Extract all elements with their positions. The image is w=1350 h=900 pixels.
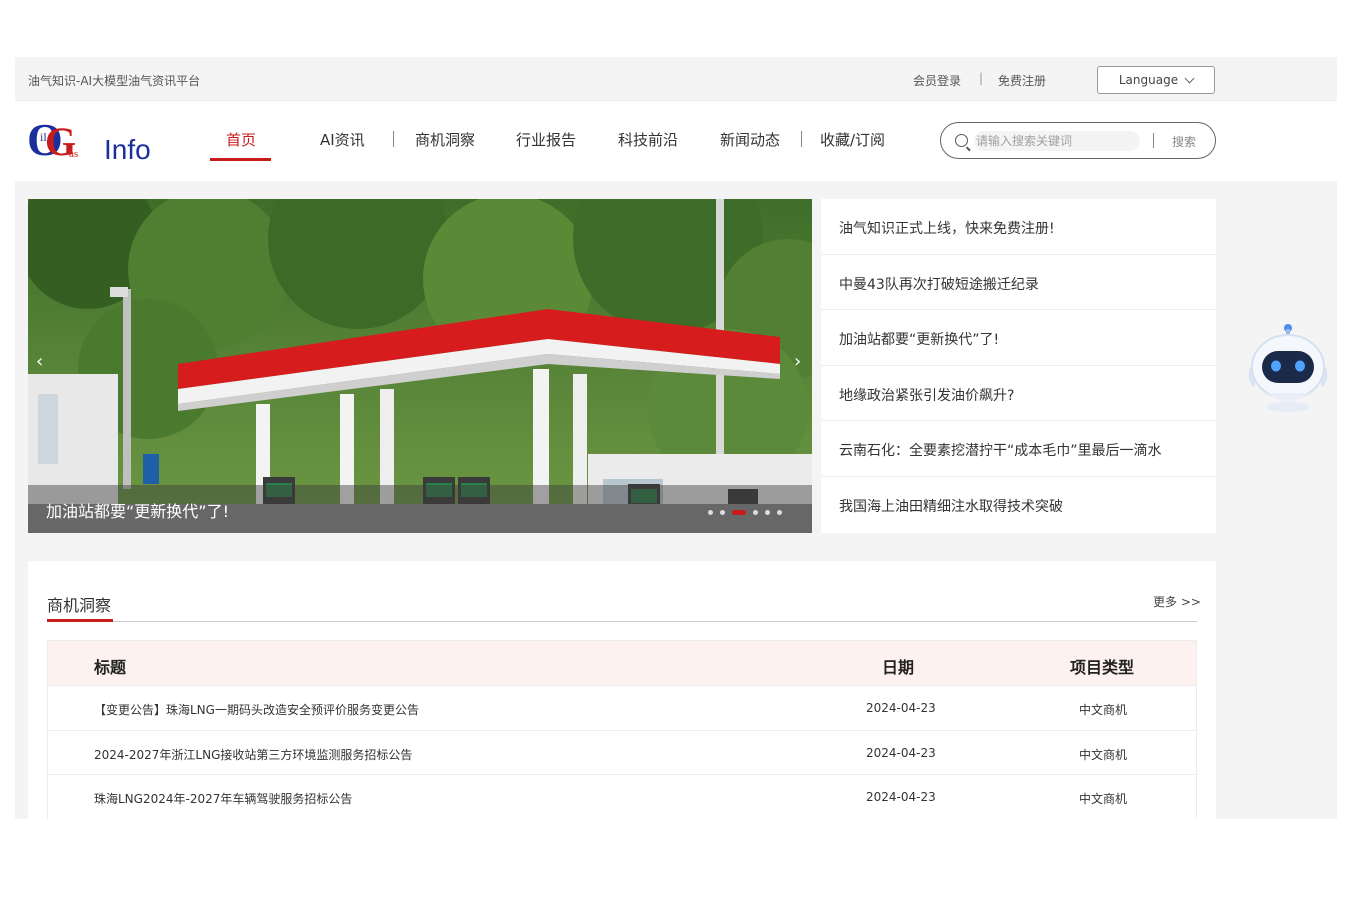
headline-item[interactable]: 油气知识正式上线，快来免费注册!: [821, 199, 1216, 255]
search-input[interactable]: [974, 131, 1140, 151]
carousel-next-arrow[interactable]: ›: [794, 351, 801, 372]
search-button[interactable]: 搜索: [1172, 133, 1196, 150]
opportunities-table: 标题 日期 项目类型 【变更公告】珠海LNG一期码头改造安全预评价服务变更公告 …: [47, 640, 1197, 819]
nav-news[interactable]: 新闻动态: [720, 129, 780, 150]
top-bar: 油气知识-AI大模型油气资讯平台 会员登录 | 免费注册 Language: [15, 57, 1337, 101]
nav-favorites[interactable]: 收藏/订阅: [820, 129, 885, 150]
chevron-down-icon: [1184, 73, 1195, 83]
logo-letters-as: as: [69, 148, 78, 160]
search-divider: [1153, 133, 1154, 148]
headline-item[interactable]: 中曼43队再次打破短途搬迁纪录: [821, 255, 1216, 311]
banner-caption[interactable]: 加油站都要“更新换代”了!: [46, 498, 229, 522]
table-row[interactable]: 2024-2027年浙江LNG接收站第三方环境监测服务招标公告 2024-04-…: [48, 731, 1196, 775]
column-header-date: 日期: [882, 658, 915, 677]
gas-station-photo: [28, 199, 812, 533]
table-row[interactable]: 【变更公告】珠海LNG一期码头改造安全预评价服务变更公告 2024-04-23 …: [48, 686, 1196, 731]
carousel-dot[interactable]: [720, 509, 725, 515]
headline-text: 油气知识正式上线，快来免费注册!: [839, 221, 1055, 237]
nav-industry-reports[interactable]: 行业报告: [516, 129, 576, 150]
nav-active-underline: [210, 158, 271, 161]
search-icon: [955, 134, 968, 147]
nav-ai-news[interactable]: AI资讯: [320, 129, 365, 150]
register-link[interactable]: 免费注册: [998, 72, 1046, 89]
headline-text: 加油站都要“更新换代”了!: [839, 332, 1000, 349]
section-divider: [47, 621, 1197, 622]
row-date: 2024-04-23: [866, 745, 936, 760]
nav-divider: [393, 131, 394, 147]
row-date: 2024-04-23: [866, 701, 936, 715]
headline-item[interactable]: 地缘政治紧张引发油价飙升?: [821, 366, 1216, 422]
headline-text: 我国海上油田精细注水取得技术突破: [839, 499, 1063, 515]
logo-word-info: Info: [104, 134, 151, 165]
headline-item[interactable]: 加油站都要“更新换代”了!: [821, 310, 1216, 366]
oilgas-info-logo[interactable]: O G il as Info: [27, 115, 157, 165]
carousel-dots: [708, 509, 782, 515]
table-header: 标题 日期 项目类型: [48, 641, 1196, 686]
column-header-type: 项目类型: [1070, 658, 1135, 677]
carousel-dot-active[interactable]: [732, 509, 746, 515]
section-title-underline: [47, 619, 113, 622]
banner-carousel[interactable]: ‹ › 加油站都要“更新换代”了!: [28, 199, 812, 533]
site-slogan: 油气知识-AI大模型油气资讯平台: [28, 74, 201, 88]
nav-opportunities[interactable]: 商机洞察: [415, 129, 475, 150]
headline-text: 云南石化：全要素挖潜拧干“成本毛巾”里最后一滴水: [839, 443, 1162, 460]
headline-item[interactable]: 我国海上油田精细注水取得技术突破: [821, 477, 1216, 533]
language-dropdown[interactable]: Language: [1097, 66, 1215, 94]
login-link[interactable]: 会员登录: [913, 72, 961, 89]
header: O G il as Info 首页 AI资讯 商机洞察 行业报告 科技前沿 新闻…: [15, 101, 1337, 181]
nav-home[interactable]: 首页: [226, 129, 256, 150]
row-type: 中文商机: [1079, 747, 1128, 762]
table-row[interactable]: 珠海LNG2024年-2027年车辆驾驶服务招标公告 2024-04-23 中文…: [48, 775, 1196, 819]
row-type: 中文商机: [1079, 792, 1128, 806]
nav-tech-frontier[interactable]: 科技前沿: [618, 129, 678, 150]
row-title[interactable]: 2024-2027年浙江LNG接收站第三方环境监测服务招标公告: [94, 746, 412, 763]
carousel-dot[interactable]: [777, 509, 782, 515]
page-frame: 油气知识-AI大模型油气资讯平台 会员登录 | 免费注册 Language O …: [15, 57, 1337, 819]
carousel-prev-arrow[interactable]: ‹: [36, 351, 43, 372]
row-title[interactable]: 珠海LNG2024年-2027年车辆驾驶服务招标公告: [94, 790, 352, 807]
row-type: 中文商机: [1079, 703, 1128, 717]
carousel-dot[interactable]: [765, 509, 770, 515]
headline-list: 油气知识正式上线，快来免费注册! 中曼43队再次打破短途搬迁纪录 加油站都要“更…: [821, 199, 1216, 533]
headline-text: 地缘政治紧张引发油价飙升?: [839, 387, 1015, 404]
section-title: 商机洞察: [47, 596, 112, 615]
opportunities-panel: 商机洞察 更多 >> 标题 日期 项目类型 【变更公告】珠海LNG一期码头改造安…: [28, 561, 1216, 819]
nav-divider: [801, 131, 802, 147]
row-title[interactable]: 【变更公告】珠海LNG一期码头改造安全预评价服务变更公告: [94, 701, 419, 718]
ai-assistant-robot-icon[interactable]: [1240, 319, 1336, 415]
row-date: 2024-04-23: [866, 790, 936, 804]
language-label: Language: [1118, 73, 1179, 87]
logo-letters-il: il: [40, 130, 47, 144]
topbar-separator: |: [979, 71, 984, 85]
search-box: 搜索: [940, 122, 1216, 159]
column-header-title: 标题: [94, 658, 127, 677]
headline-item[interactable]: 云南石化：全要素挖潜拧干“成本毛巾”里最后一滴水: [821, 421, 1216, 477]
carousel-dot[interactable]: [753, 509, 758, 515]
more-link[interactable]: 更多 >>: [1153, 593, 1201, 610]
headline-text: 中曼43队再次打破短途搬迁纪录: [839, 276, 1039, 293]
banner-caption-bar: 加油站都要“更新换代”了!: [28, 485, 812, 533]
carousel-dot[interactable]: [708, 509, 713, 515]
